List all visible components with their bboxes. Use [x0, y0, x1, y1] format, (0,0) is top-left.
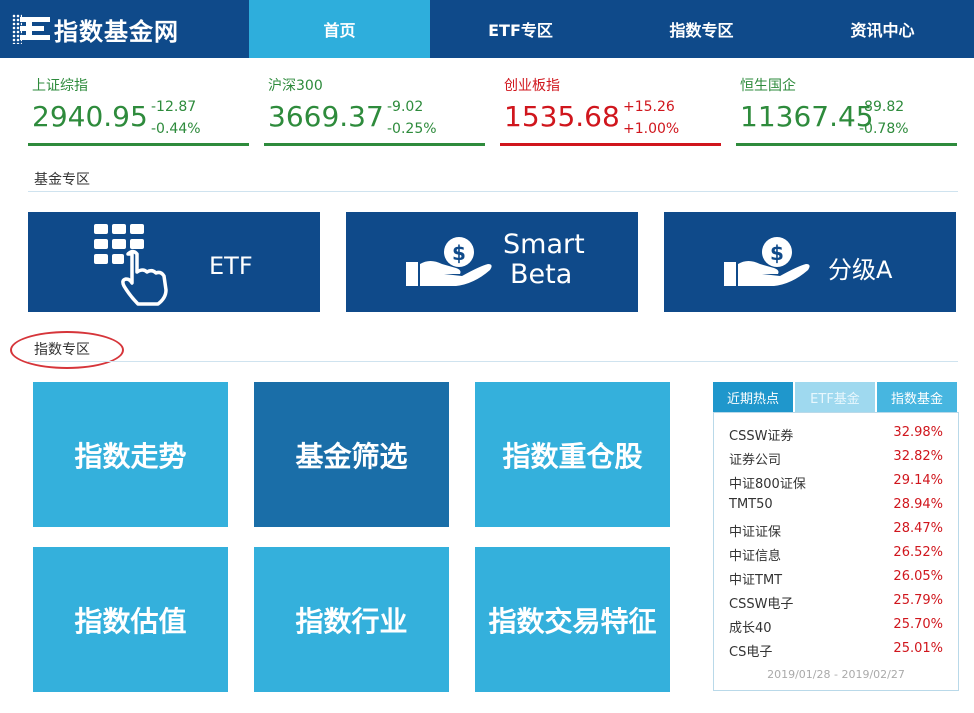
svg-text:$: $ [452, 241, 466, 265]
tile-index-valuation[interactable]: 指数估值 [33, 547, 228, 692]
nav-home[interactable]: 首页 [249, 0, 430, 58]
hot-item-name: 中证TMT [729, 573, 783, 588]
quote-change: -12.87 [151, 99, 197, 115]
quote-value: 3669.37 [268, 100, 384, 133]
hot-item-pct: 32.82% [893, 449, 943, 464]
list-item[interactable]: 中证TMT 26.05% [729, 565, 943, 589]
quote-value: 1535.68 [504, 100, 620, 133]
hot-item-name: 中证信息 [729, 549, 782, 564]
quote-percent: +1.00% [623, 121, 680, 137]
nav-news[interactable]: 资讯中心 [792, 0, 973, 58]
hand-coin-icon: $ [406, 237, 492, 286]
hot-item-pct: 29.14% [893, 473, 943, 488]
quote-value: 11367.45 [740, 100, 874, 133]
quote-change: -9.02 [387, 99, 424, 115]
hot-item-pct: 25.79% [893, 593, 943, 608]
logo-e-icon [12, 14, 52, 44]
fund-grade-a-button[interactable]: $ 分级A [664, 212, 956, 312]
quote-hscei[interactable]: 恒生国企 11367.45 -89.82 -0.78% [736, 70, 957, 146]
hot-item-pct: 25.01% [893, 641, 943, 656]
fund-grade-a-label: 分级A [828, 256, 893, 284]
hot-item-name: 中证800证保 [729, 477, 806, 492]
hot-item-name: 证券公司 [729, 453, 782, 468]
hot-item-pct: 32.98% [893, 425, 943, 440]
quote-underline [500, 143, 721, 146]
quote-name: 上证综指 [32, 78, 88, 94]
fund-smartbeta-label-2: Beta [510, 259, 573, 290]
tile-index-industry[interactable]: 指数行业 [254, 547, 449, 692]
quote-underline [264, 143, 485, 146]
quote-hs300[interactable]: 沪深300 3669.37 -9.02 -0.25% [264, 70, 485, 146]
fund-etf-button[interactable]: ETF [28, 212, 320, 312]
tab-etf-fund[interactable]: ETF基金 [795, 382, 875, 412]
quote-underline [28, 143, 249, 146]
nav-etf[interactable]: ETF专区 [430, 0, 611, 58]
hot-item-name: CSSW电子 [729, 597, 794, 612]
quote-underline [736, 143, 957, 146]
hot-item-pct: 28.47% [893, 521, 943, 536]
hot-item-pct: 26.52% [893, 545, 943, 560]
list-item[interactable]: 中证证保 28.47% [729, 517, 943, 541]
tile-index-trend[interactable]: 指数走势 [33, 382, 228, 527]
fund-smartbeta-button[interactable]: $ Smart Beta [346, 212, 638, 312]
hot-item-name: CSSW证券 [729, 429, 794, 444]
list-item[interactable]: 中证800证保 29.14% [729, 469, 943, 493]
hot-tabs: 近期热点 ETF基金 指数基金 [713, 382, 959, 412]
hot-item-pct: 26.05% [893, 569, 943, 584]
section-divider [28, 361, 958, 362]
hot-item-pct: 25.70% [893, 617, 943, 632]
list-item[interactable]: TMT50 28.94% [729, 493, 943, 517]
svg-text:$: $ [770, 241, 784, 265]
tile-heavy-holdings[interactable]: 指数重仓股 [475, 382, 670, 527]
hot-item-name: CS电子 [729, 645, 773, 660]
list-item[interactable]: CSSW证券 32.98% [729, 421, 943, 445]
logo-text: 指数基金网 [54, 17, 179, 46]
quote-percent: -0.44% [151, 121, 201, 137]
quote-shanghai[interactable]: 上证综指 2940.95 -12.87 -0.44% [28, 70, 249, 146]
hot-item-name: 中证证保 [729, 525, 782, 540]
site-logo[interactable]: 指数基金网 [12, 10, 179, 48]
list-item[interactable]: 成长40 25.70% [729, 613, 943, 637]
quote-name: 沪深300 [268, 78, 323, 94]
quote-change: +15.26 [623, 99, 675, 115]
hand-coin-icon: $ [724, 237, 810, 286]
fund-etf-label: ETF [209, 252, 253, 280]
keypad-hand-icon [94, 224, 168, 306]
quote-value: 2940.95 [32, 100, 148, 133]
hot-date-range: 2019/01/28 - 2019/02/27 [767, 668, 905, 681]
nav-index[interactable]: 指数专区 [611, 0, 792, 58]
quote-name: 创业板指 [504, 78, 560, 94]
quote-change: -89.82 [859, 99, 905, 115]
tile-trading-features[interactable]: 指数交易特征 [475, 547, 670, 692]
list-item[interactable]: 证券公司 32.82% [729, 445, 943, 469]
list-item[interactable]: CSSW电子 25.79% [729, 589, 943, 613]
quote-name: 恒生国企 [740, 78, 796, 94]
hot-item-name: 成长40 [729, 621, 772, 636]
tile-fund-screen[interactable]: 基金筛选 [254, 382, 449, 527]
main-nav: 首页 ETF专区 指数专区 资讯中心 [249, 0, 973, 58]
tab-index-fund[interactable]: 指数基金 [877, 382, 957, 412]
highlight-circle [10, 331, 124, 369]
quote-percent: -0.78% [859, 121, 909, 137]
list-item[interactable]: CS电子 25.01% [729, 637, 943, 661]
quote-percent: -0.25% [387, 121, 437, 137]
index-quotes: 上证综指 2940.95 -12.87 -0.44% 沪深300 3669.37… [28, 70, 958, 148]
top-nav-bar: 指数基金网 首页 ETF专区 指数专区 资讯中心 [0, 0, 974, 58]
fund-section-title: 基金专区 [34, 172, 90, 188]
list-item[interactable]: 中证信息 26.52% [729, 541, 943, 565]
fund-smartbeta-label-1: Smart [503, 229, 585, 260]
hot-list-panel: CSSW证券 32.98% 证券公司 32.82% 中证800证保 29.14%… [713, 412, 959, 691]
section-divider [28, 191, 958, 192]
quote-chinext[interactable]: 创业板指 1535.68 +15.26 +1.00% [500, 70, 721, 146]
hot-item-name: TMT50 [729, 497, 773, 512]
hot-item-pct: 28.94% [893, 497, 943, 512]
tab-recent-hot[interactable]: 近期热点 [713, 382, 793, 412]
